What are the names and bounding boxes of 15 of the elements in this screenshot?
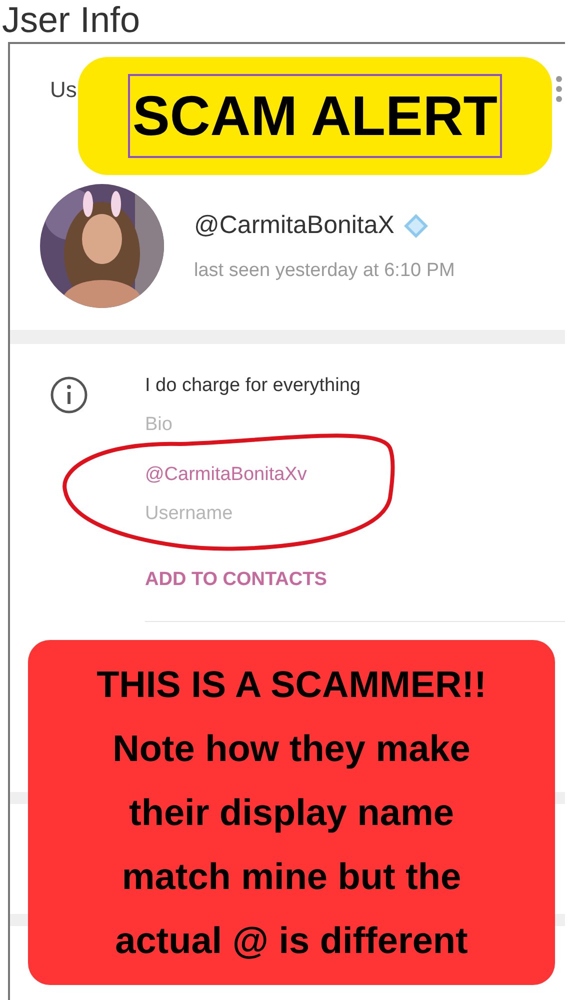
warning-line: match mine but the bbox=[122, 854, 462, 898]
warning-line: actual @ is different bbox=[115, 918, 468, 962]
bio-text: I do charge for everything bbox=[145, 374, 362, 398]
add-to-contacts-button[interactable]: ADD TO CONTACTS bbox=[145, 566, 565, 594]
field-label: Bio bbox=[145, 412, 174, 436]
warning-line: Note how they make bbox=[112, 726, 470, 771]
last-seen-status: last seen yesterday at 6:10 PM bbox=[194, 258, 455, 282]
warning-line: their display name bbox=[129, 790, 454, 835]
username-link[interactable]: @CarmitaBonitaXv bbox=[145, 461, 565, 490]
alert-text: SCAM ALERT bbox=[128, 74, 502, 158]
profile-name: @CarmitaBonitaX bbox=[194, 210, 394, 241]
panel-title: Us bbox=[50, 76, 77, 104]
field-label: Username bbox=[145, 502, 234, 526]
window-title: Jser Info bbox=[2, 0, 142, 42]
warning-line: THIS IS A SCAMMER!! bbox=[96, 662, 486, 706]
